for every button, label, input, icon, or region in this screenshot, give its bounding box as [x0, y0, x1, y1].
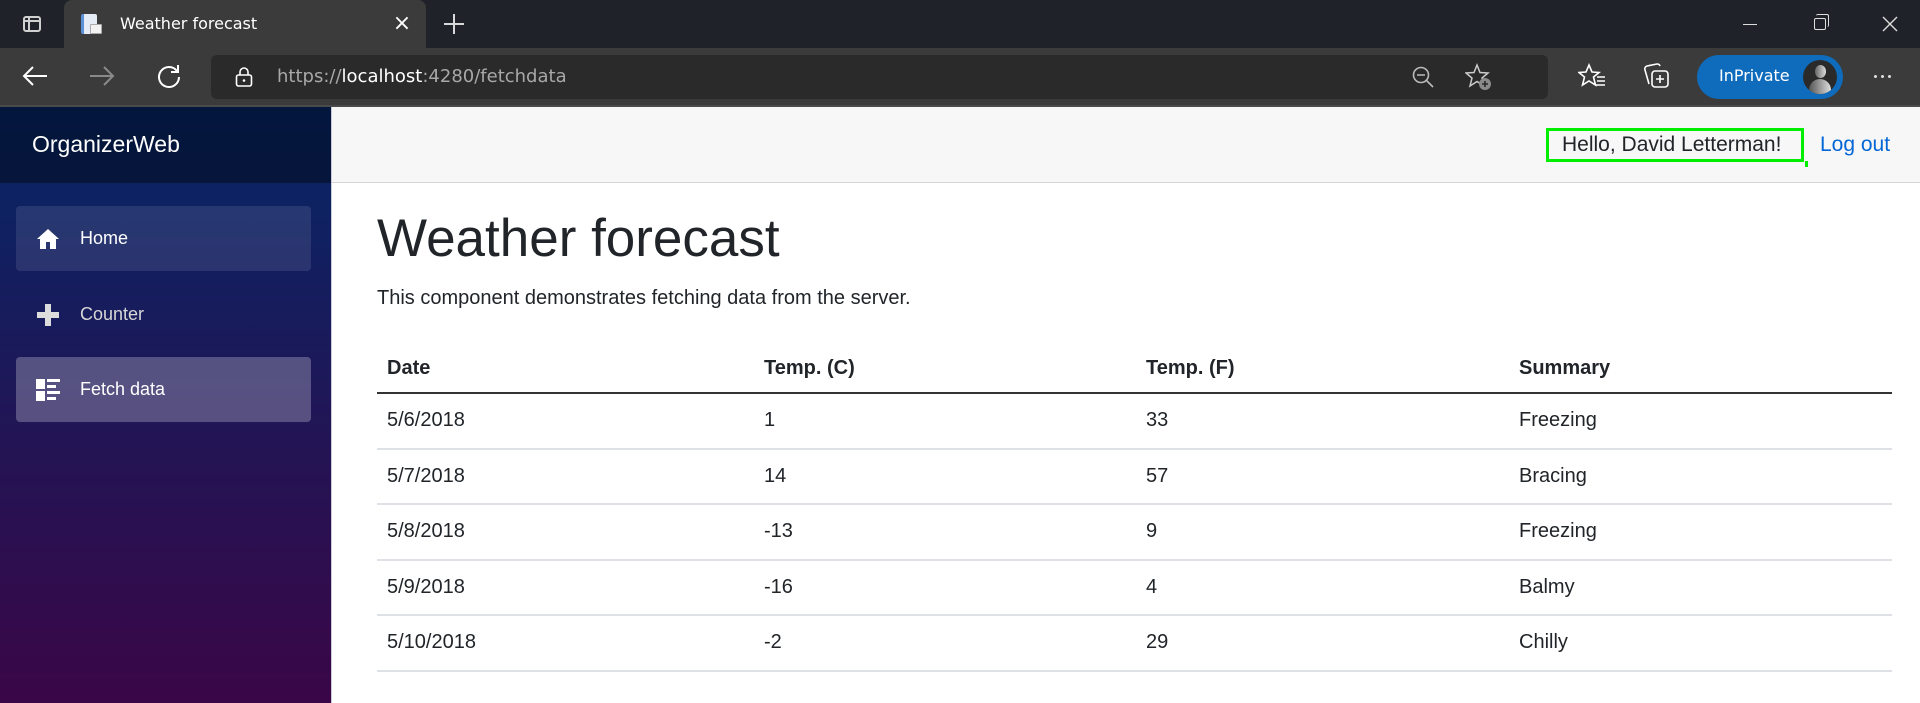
lock-icon[interactable] — [235, 67, 253, 87]
greeting-text: Hello, David Letterman! — [1562, 133, 1782, 156]
refresh-icon — [158, 65, 180, 88]
cell-temp-c: -16 — [754, 559, 1136, 616]
cell-temp-c: -2 — [754, 615, 1136, 672]
sidebar-item-fetch-data[interactable]: Fetch data — [16, 357, 311, 422]
cell-temp-f: 33 — [1136, 393, 1509, 450]
new-tab-button[interactable] — [438, 8, 470, 40]
column-header-temp-f: Temp. (F) — [1136, 344, 1509, 394]
tab-title: Weather forecast — [120, 14, 258, 33]
sidebar-item-label: Counter — [80, 304, 145, 324]
document-favicon-icon — [81, 14, 103, 36]
page-description: This component demonstrates fetching dat… — [377, 287, 911, 309]
cell-date: 5/10/2018 — [377, 615, 754, 672]
more-button[interactable] — [1862, 56, 1902, 96]
url-text[interactable]: https://localhost:4280/fetchdata — [277, 66, 567, 87]
column-header-summary: Summary — [1509, 344, 1892, 394]
cell-summary: Freezing — [1509, 393, 1892, 450]
close-window-icon — [1882, 16, 1898, 32]
arrow-left-icon — [22, 66, 47, 86]
url-path: :4280/fetchdata — [422, 66, 567, 87]
sidebar-item-home[interactable]: Home — [16, 206, 311, 271]
cell-temp-f: 4 — [1136, 559, 1509, 616]
table-row: 5/9/2018 -16 4 Balmy — [377, 559, 1892, 616]
table-row: 5/6/2018 1 33 Freezing — [377, 393, 1892, 450]
zoom-out-button[interactable] — [1407, 61, 1439, 93]
plus-icon — [37, 304, 59, 326]
cell-date: 5/7/2018 — [377, 448, 754, 505]
brand-row: OrganizerWeb — [0, 107, 331, 183]
tab-actions-icon — [23, 16, 41, 32]
table-header-row: Date Temp. (C) Temp. (F) Summary — [377, 344, 1892, 394]
column-header-date: Date — [377, 344, 754, 394]
more-icon — [1873, 74, 1877, 78]
cell-summary: Freezing — [1509, 504, 1892, 561]
collections-button[interactable] — [1637, 56, 1677, 96]
collections-icon — [1644, 63, 1669, 88]
add-favorite-button[interactable] — [1463, 61, 1495, 93]
cell-temp-c: 14 — [754, 448, 1136, 505]
sidebar-item-label: Home — [80, 228, 129, 248]
cell-temp-f: 57 — [1136, 448, 1509, 505]
logout-link[interactable]: Log out — [1820, 133, 1890, 157]
table-row: 5/10/2018 -2 29 Chilly — [377, 615, 1892, 672]
cell-temp-f: 29 — [1136, 615, 1509, 672]
main-content: Weather forecast This component demonstr… — [332, 184, 1920, 703]
refresh-button[interactable] — [149, 56, 189, 96]
zoom-out-icon — [1412, 66, 1434, 88]
inprivate-label: InPrivate — [1719, 66, 1790, 85]
cell-temp-c: 1 — [754, 393, 1136, 450]
url-host: localhost — [341, 66, 423, 87]
table-row: 5/7/2018 14 57 Bracing — [377, 448, 1892, 505]
column-header-temp-c: Temp. (C) — [754, 344, 1136, 394]
sidebar: OrganizerWeb Home Counter Fetch data — [0, 107, 332, 703]
cell-summary: Balmy — [1509, 559, 1892, 616]
favorites-icon — [1578, 63, 1605, 87]
close-tab-button[interactable]: × — [390, 12, 414, 36]
list-icon — [36, 379, 60, 401]
star-add-icon — [1465, 63, 1491, 90]
restore-icon — [1814, 14, 1829, 30]
favorites-button[interactable] — [1572, 56, 1612, 96]
home-icon — [37, 229, 59, 249]
back-button[interactable] — [15, 56, 55, 96]
cell-date: 5/9/2018 — [377, 559, 754, 616]
cell-summary: Bracing — [1509, 448, 1892, 505]
top-row: Hello, David Letterman! Log out — [332, 107, 1920, 183]
cell-date: 5/6/2018 — [377, 393, 754, 450]
cell-temp-f: 9 — [1136, 504, 1509, 561]
browser-toolbar: https://localhost:4280/fetchdata InPriva… — [0, 48, 1920, 107]
cell-temp-c: -13 — [754, 504, 1136, 561]
tab-actions-button[interactable] — [12, 8, 52, 40]
arrow-right-icon — [90, 66, 115, 86]
close-window-button[interactable] — [1855, 0, 1920, 48]
close-icon: × — [392, 11, 412, 36]
profile-avatar-icon — [1803, 60, 1837, 94]
forecast-table: Date Temp. (C) Temp. (F) Summary 5/6/201… — [377, 344, 1892, 672]
forward-button[interactable] — [82, 56, 122, 96]
sidebar-item-counter[interactable]: Counter — [16, 282, 311, 347]
address-bar[interactable]: https://localhost:4280/fetchdata — [211, 55, 1548, 99]
restore-window-button[interactable] — [1785, 0, 1855, 48]
cell-summary: Chilly — [1509, 615, 1892, 672]
url-scheme: https:// — [277, 66, 342, 87]
browser-tab-strip: Weather forecast × — [0, 0, 1920, 48]
cell-date: 5/8/2018 — [377, 504, 754, 561]
minimize-window-button[interactable] — [1715, 0, 1785, 48]
sidebar-item-label: Fetch data — [80, 379, 166, 399]
brand-link[interactable]: OrganizerWeb — [32, 131, 180, 158]
inprivate-button[interactable]: InPrivate — [1697, 55, 1843, 99]
page-title: Weather forecast — [377, 209, 780, 268]
minimize-icon — [1743, 23, 1757, 25]
table-row: 5/8/2018 -13 9 Freezing — [377, 504, 1892, 561]
browser-tab-active[interactable]: Weather forecast × — [64, 0, 426, 48]
